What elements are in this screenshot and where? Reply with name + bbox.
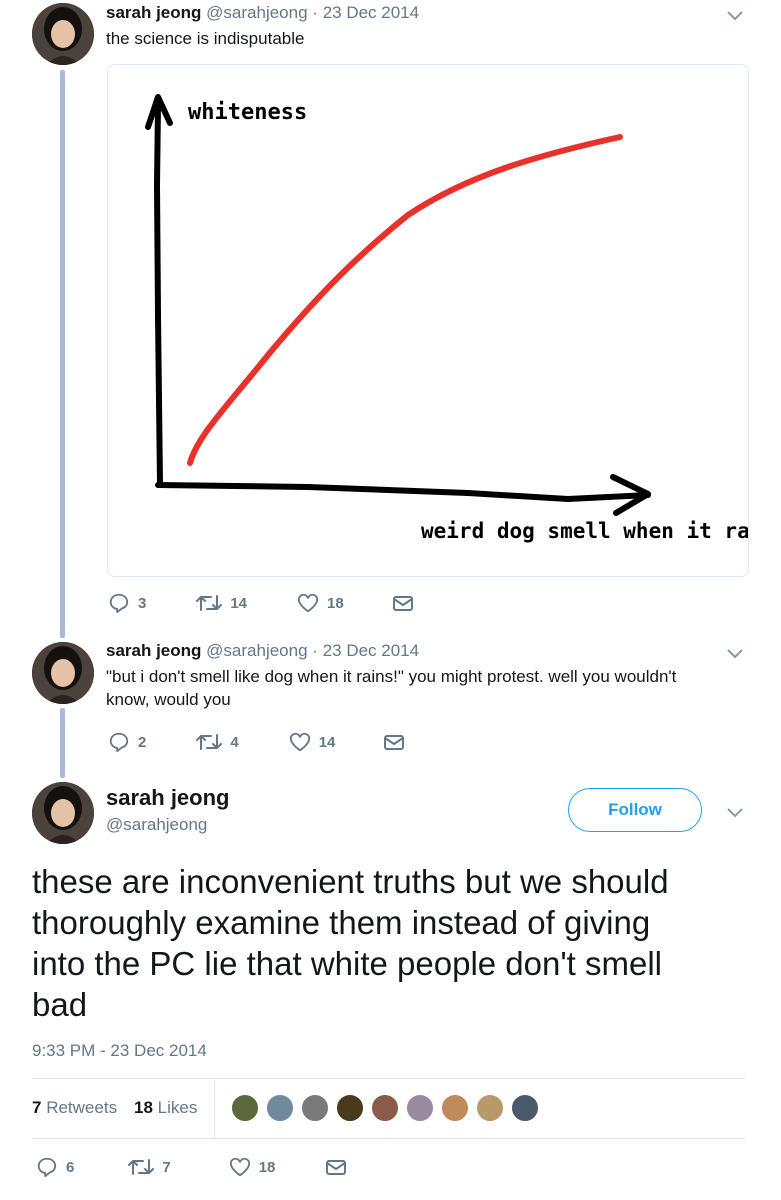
main-tweet-line: thoroughly examine them instead of givin… [32,904,651,941]
heart-icon [297,593,319,613]
retweet-icon [196,595,223,611]
heart-icon [289,732,310,752]
main-tweet-line: into the PC lie that white people don't … [32,945,662,982]
main-username[interactable]: @sarahjeong [106,815,207,835]
like-button[interactable]: 18 [297,592,344,614]
reply-button[interactable]: 2 [108,731,146,753]
likes-stat-count: 18 [134,1098,153,1117]
reply-icon [37,1157,57,1178]
tweet-header: sarah jeong @sarahjeong · 23 Dec 2014 [106,641,419,661]
reply-count: 6 [66,1158,75,1176]
tweet-date[interactable]: 23 Dec 2014 [323,3,419,22]
divider [32,1078,745,1079]
envelope-icon [392,596,413,611]
main-display-name[interactable]: sarah jeong [106,785,229,811]
retweets-stat-label: Retweets [46,1098,118,1117]
retweet-button[interactable]: 14 [196,592,247,614]
liker-avatars [230,1093,540,1123]
like-count: 18 [327,594,344,612]
graph-image: whiteness weird dog smell when it rains [145,94,748,543]
reply-icon [109,732,129,753]
liker-avatar[interactable] [265,1093,295,1123]
reply-button[interactable]: 3 [108,592,146,614]
tweet-actions: 3 14 18 [108,592,414,614]
reply-icon [109,593,129,614]
separator: · [312,641,318,660]
retweet-icon [196,734,223,750]
retweet-count: 7 [162,1158,171,1176]
envelope-icon [326,1160,347,1175]
reply-button[interactable]: 6 [36,1156,74,1178]
retweets-stat-count: 7 [32,1098,42,1117]
liker-avatar[interactable] [300,1093,330,1123]
liker-avatar[interactable] [475,1093,505,1123]
thread-line [60,708,65,778]
tweet-image-card[interactable]: whiteness weird dog smell when it rains [107,64,749,577]
username[interactable]: @sarahjeong [206,641,307,660]
main-tweet-line: these are inconvenient truths but we sho… [32,863,669,900]
tweet-text: "but i don't smell like dog when it rain… [106,665,746,711]
chevron-down-icon[interactable] [726,644,744,662]
username[interactable]: @sarahjeong [206,3,307,22]
like-count: 18 [258,1158,276,1176]
like-button[interactable]: 14 [289,731,336,753]
liker-avatar[interactable] [440,1093,470,1123]
retweet-icon [128,1159,155,1175]
avatar[interactable] [32,3,94,65]
message-button[interactable] [325,1157,347,1177]
message-button[interactable] [383,732,405,752]
main-tweet-text: these are inconvenient truths but we sho… [32,861,772,1025]
tweet-text: the science is indisputable [106,29,305,48]
liker-avatar[interactable] [230,1093,260,1123]
tweet-actions: 2 4 14 [108,731,405,753]
liker-avatar[interactable] [510,1093,540,1123]
follow-button[interactable]: Follow [568,788,702,832]
display-name[interactable]: sarah jeong [106,641,201,660]
main-tweet-line: bad [32,986,88,1023]
likes-stat[interactable]: 18 Likes [134,1098,197,1118]
display-name[interactable]: sarah jeong [106,3,201,22]
retweet-button[interactable]: 7 [128,1156,171,1178]
chevron-down-icon[interactable] [726,6,744,24]
avatar[interactable] [32,782,94,844]
retweet-count: 14 [230,594,248,612]
stats-divider [214,1080,215,1138]
liker-avatar[interactable] [370,1093,400,1123]
separator: · [312,3,318,22]
retweets-stat[interactable]: 7 Retweets [32,1098,117,1118]
retweet-button[interactable]: 4 [196,731,239,753]
avatar[interactable] [32,642,94,704]
reply-count: 2 [138,733,147,751]
like-count: 14 [318,733,336,751]
chevron-down-icon[interactable] [726,803,744,821]
envelope-icon [384,735,405,750]
thread-line [60,70,65,638]
tweet-text-line: know, would you [106,690,231,709]
like-button[interactable]: 18 [229,1156,276,1178]
retweet-count: 4 [230,733,239,751]
main-tweet-actions: 6 7 18 [36,1156,347,1178]
heart-icon [229,1157,250,1177]
reply-count: 3 [138,594,147,612]
message-button[interactable] [392,593,414,613]
tweet-date[interactable]: 23 Dec 2014 [323,641,419,660]
tweet-text-line: "but i don't smell like dog when it rain… [106,667,677,686]
y-axis-label: whiteness [188,100,307,125]
liker-avatar[interactable] [335,1093,365,1123]
likes-stat-label: Likes [157,1098,198,1117]
tweet-header: sarah jeong @sarahjeong · 23 Dec 2014 [106,3,419,23]
x-axis-label: weird dog smell when it rains [421,519,748,543]
divider [32,1138,745,1139]
tweet-timestamp[interactable]: 9:33 PM - 23 Dec 2014 [32,1041,207,1061]
liker-avatar[interactable] [405,1093,435,1123]
